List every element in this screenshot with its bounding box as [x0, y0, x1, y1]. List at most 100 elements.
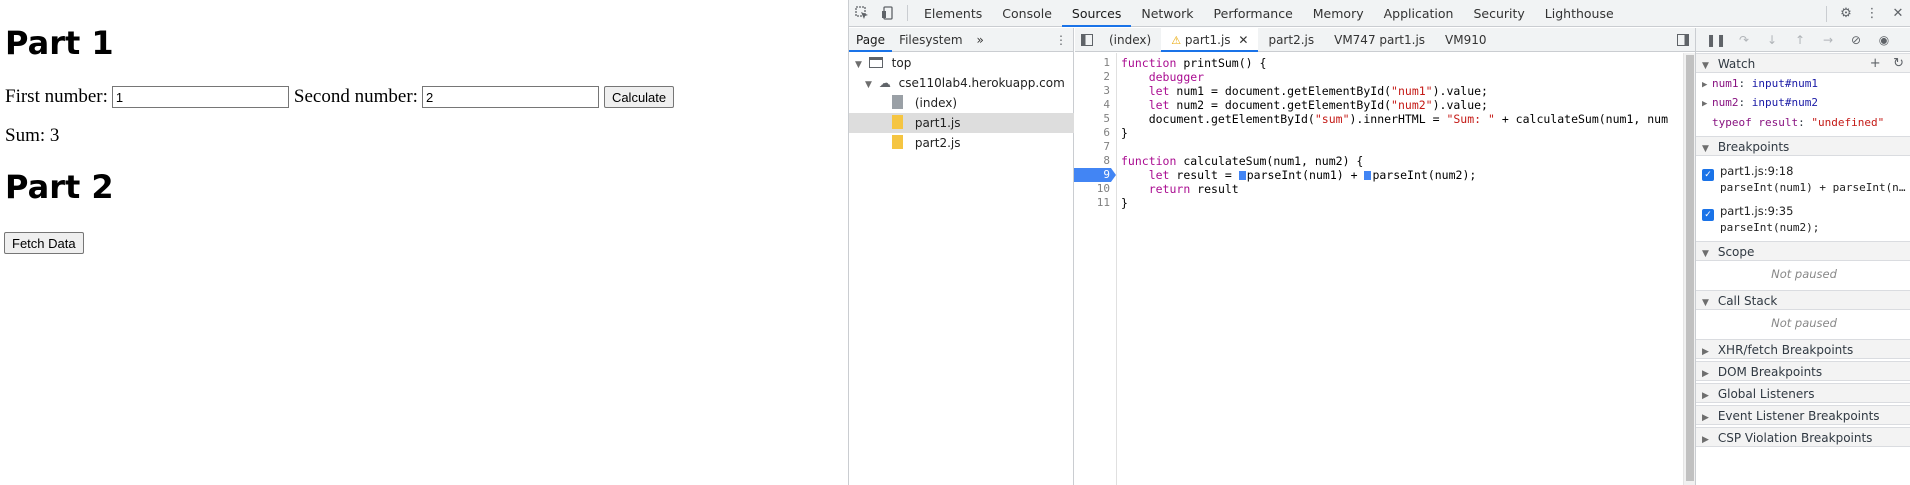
pause-on-exceptions-icon[interactable]: ◉ [1870, 33, 1898, 47]
tab-lighthouse[interactable]: Lighthouse [1535, 0, 1624, 27]
inline-breakpoint-marker[interactable] [1238, 171, 1246, 180]
line-number[interactable]: 8 [1074, 154, 1110, 168]
deactivate-breakpoints-icon[interactable]: ⊘ [1842, 33, 1870, 47]
code-line[interactable]: document.getElementById("sum").innerHTML… [1121, 112, 1668, 126]
editor-tab-part2-js[interactable]: part2.js [1258, 28, 1324, 52]
device-toolbar-icon[interactable] [875, 0, 901, 26]
tab-application[interactable]: Application [1374, 0, 1464, 27]
close-icon[interactable]: ✕ [1885, 1, 1910, 27]
first-number-input[interactable] [111, 86, 289, 108]
inspect-element-icon[interactable] [849, 0, 875, 26]
code-line[interactable]: let num1 = document.getElementById("num1… [1121, 84, 1488, 98]
section-title: Call Stack [1717, 294, 1778, 308]
collapse-triangle-icon: ▶ [1702, 369, 1709, 379]
add-icon[interactable]: + [1870, 56, 1881, 71]
refresh-icon[interactable]: ↻ [1893, 56, 1904, 71]
breakpoint-item[interactable]: ✓ part1.js:9:35 parseInt(num2); [1702, 204, 1908, 234]
tab-sources[interactable]: Sources [1061, 0, 1132, 27]
toolbar-divider [907, 5, 908, 21]
code-line[interactable]: let num2 = document.getElementById("num2… [1121, 98, 1488, 112]
pause-icon[interactable]: ❚❚ [1702, 33, 1730, 47]
code-line[interactable]: function printSum() { [1121, 56, 1266, 70]
code-line[interactable]: function calculateSum(num1, num2) { [1121, 154, 1363, 168]
more-tabs-icon[interactable]: » [970, 28, 991, 52]
csp-violation-breakpoints-section-header[interactable]: ▶ CSP Violation Breakpoints [1696, 427, 1910, 447]
close-tab-icon[interactable]: ✕ [1238, 33, 1248, 47]
breakpoint-checkbox[interactable]: ✓ [1702, 169, 1714, 181]
calculate-button[interactable]: Calculate [603, 86, 675, 108]
tab-memory[interactable]: Memory [1303, 0, 1374, 27]
source-editor: (index) ⚠ part1.js ✕ part2.js VM747 part… [1074, 27, 1695, 485]
expand-triangle-icon[interactable]: ▶ [1702, 76, 1712, 94]
step-over-icon[interactable]: ↷ [1730, 33, 1758, 47]
tab-elements[interactable]: Elements [914, 0, 992, 27]
editor-tab-index[interactable]: (index) [1099, 28, 1161, 52]
xhr-breakpoints-section-header[interactable]: ▶ XHR/fetch Breakpoints [1696, 339, 1910, 359]
cloud-icon: ☁ [878, 76, 891, 90]
line-number[interactable]: 1 [1074, 56, 1110, 70]
expand-triangle-icon[interactable]: ▶ [1702, 95, 1712, 113]
tree-item-label: part1.js [914, 116, 961, 130]
breakpoint-checkbox[interactable]: ✓ [1702, 209, 1714, 221]
editor-scrollbar[interactable] [1683, 53, 1695, 485]
tab-page[interactable]: Page [849, 28, 893, 52]
step-out-icon[interactable]: ↑ [1786, 33, 1814, 47]
code-line[interactable]: return result [1121, 182, 1239, 196]
more-options-icon[interactable]: ⋮ [1859, 1, 1885, 27]
second-number-label: Second number: [293, 86, 418, 107]
line-number[interactable]: 11 [1074, 196, 1110, 210]
tab-console[interactable]: Console [992, 0, 1062, 27]
line-number[interactable]: 4 [1074, 98, 1110, 112]
code-line[interactable]: } [1121, 126, 1128, 140]
code-line[interactable]: debugger [1121, 70, 1204, 84]
fetch-data-button[interactable]: Fetch Data [4, 232, 84, 254]
inline-breakpoint-marker[interactable] [1364, 171, 1372, 180]
watch-section-header[interactable]: ▼ Watch + ↻ [1696, 53, 1910, 73]
toggle-debugger-icon[interactable] [1671, 28, 1695, 52]
step-into-icon[interactable]: ↓ [1758, 33, 1786, 47]
line-number[interactable]: 10 [1074, 182, 1110, 196]
callstack-section-header[interactable]: ▼ Call Stack [1696, 290, 1910, 310]
watch-item[interactable]: ▶ num2: input#num2 [1702, 94, 1818, 112]
watch-item[interactable]: typeof result: "undefined" [1712, 114, 1884, 132]
collapse-triangle-icon: ▶ [1702, 435, 1709, 445]
watch-tools: + ↻ [1870, 54, 1904, 74]
tab-performance[interactable]: Performance [1204, 0, 1303, 27]
watch-item[interactable]: ▶ num1: input#num1 [1702, 75, 1818, 93]
section-title: Watch [1717, 57, 1756, 71]
editor-tab-vm910[interactable]: VM910 [1435, 28, 1496, 52]
scope-section-header[interactable]: ▼ Scope [1696, 241, 1910, 261]
toggle-navigator-icon[interactable] [1075, 28, 1099, 52]
breakpoint-item[interactable]: ✓ part1.js:9:18 parseInt(num1) + parseInt… [1702, 164, 1908, 194]
code-line[interactable]: } [1121, 196, 1128, 210]
line-number[interactable]: 3 [1074, 84, 1110, 98]
editor-tab-part1-js[interactable]: ⚠ part1.js ✕ [1161, 27, 1259, 52]
line-number[interactable]: 2 [1074, 70, 1110, 84]
code-area[interactable]: 1 2 3 4 5 6 7 8 9 10 11 function printSu… [1074, 53, 1695, 485]
tree-item-index[interactable]: (index) [849, 93, 1074, 113]
navigator-menu-icon[interactable]: ⋮ [1055, 28, 1067, 52]
dom-breakpoints-section-header[interactable]: ▶ DOM Breakpoints [1696, 361, 1910, 381]
code-line[interactable]: let result = parseInt(num1) + parseInt(n… [1121, 168, 1477, 182]
tree-item-domain[interactable]: ▼ ☁ cse110lab4.herokuapp.com [849, 73, 1074, 93]
line-number[interactable]: 6 [1074, 126, 1110, 140]
editor-tab-vm747[interactable]: VM747 part1.js [1324, 28, 1435, 52]
tab-network[interactable]: Network [1131, 0, 1203, 27]
second-number-input[interactable] [421, 86, 599, 108]
tab-security[interactable]: Security [1463, 0, 1534, 27]
breakpoints-section-header[interactable]: ▼ Breakpoints [1696, 136, 1910, 156]
event-listener-breakpoints-section-header[interactable]: ▶ Event Listener Breakpoints [1696, 405, 1910, 425]
tree-item-part1-js[interactable]: part1.js [849, 113, 1074, 133]
gear-icon[interactable]: ⚙ [1833, 1, 1859, 27]
tab-filesystem[interactable]: Filesystem [892, 28, 969, 52]
tree-item-part2-js[interactable]: part2.js [849, 133, 1074, 153]
global-listeners-section-header[interactable]: ▶ Global Listeners [1696, 383, 1910, 403]
scrollbar-thumb[interactable] [1686, 55, 1694, 481]
breakpoint-line-marker[interactable]: 9 [1074, 168, 1116, 182]
tree-item-top[interactable]: ▼ top [849, 53, 1074, 73]
line-number[interactable]: 5 [1074, 112, 1110, 126]
line-number[interactable]: 7 [1074, 140, 1110, 154]
line-number-gutter[interactable]: 1 2 3 4 5 6 7 8 9 10 11 [1074, 53, 1117, 485]
step-icon[interactable]: → [1814, 33, 1842, 47]
watch-value: "undefined" [1811, 116, 1885, 129]
